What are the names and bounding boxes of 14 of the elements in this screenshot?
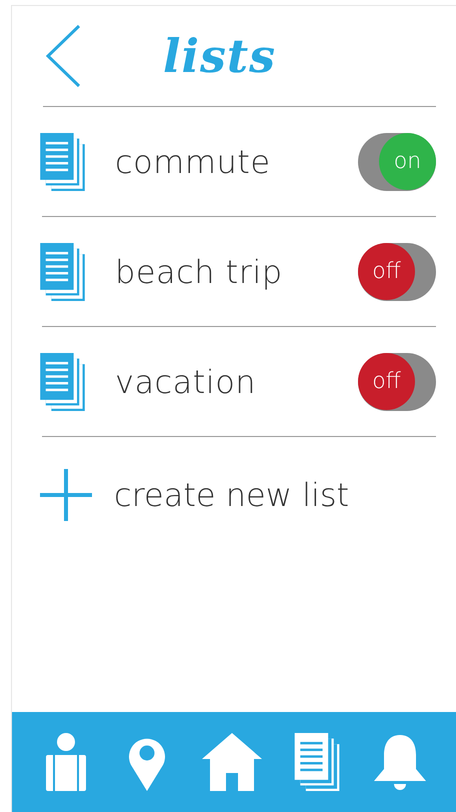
list-name[interactable]: beach trip: [115, 252, 358, 290]
home-icon[interactable]: [202, 733, 262, 791]
document-icon: [40, 352, 85, 410]
list-name[interactable]: vacation: [115, 362, 358, 400]
document-icon: [40, 132, 85, 190]
back-icon[interactable]: [43, 24, 83, 88]
list-name[interactable]: commute: [115, 142, 358, 180]
page-title: lists: [163, 29, 276, 83]
bell-icon[interactable]: [372, 733, 428, 791]
plus-icon[interactable]: [40, 468, 92, 520]
document-icon: [40, 242, 85, 300]
create-list-link[interactable]: create new list: [114, 476, 350, 514]
toggle-switch[interactable]: off: [358, 242, 436, 300]
toggle-switch[interactable]: off: [358, 352, 436, 410]
